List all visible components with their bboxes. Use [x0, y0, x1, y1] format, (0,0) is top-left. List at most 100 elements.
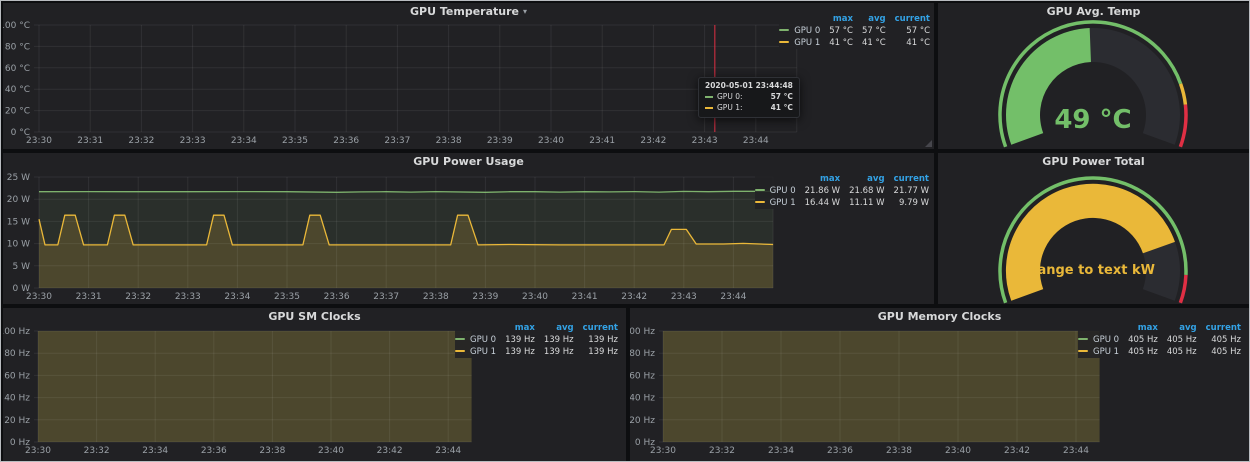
svg-text:20 W: 20 W [7, 195, 30, 205]
svg-text:23:44: 23:44 [435, 446, 461, 456]
panel-title-gpu-temperature[interactable]: GPU Temperature ▾ [3, 3, 934, 20]
legend-series-row[interactable]: GPU 1139 Hz139 Hz139 Hz [455, 346, 618, 358]
tooltip-timestamp: 2020-05-01 23:44:48 [705, 81, 793, 90]
panel-gpu-power-total: GPU Power Total range to text kW [938, 153, 1249, 304]
tooltip-row: GPU 0: 57 °C [705, 92, 793, 103]
legend-header-current[interactable]: current [885, 173, 929, 185]
svg-text:20 Hz: 20 Hz [4, 416, 30, 426]
svg-text:23:30: 23:30 [26, 136, 52, 146]
series-color-swatch [755, 201, 765, 203]
panel-title-text: GPU Memory Clocks [878, 310, 1002, 323]
power-total-gauge: range to text kW [938, 170, 1249, 304]
panel-title-gpu-memory-clocks[interactable]: GPU Memory Clocks [630, 308, 1249, 325]
panel-resize-handle[interactable] [925, 140, 932, 147]
series-color-swatch [455, 350, 465, 352]
tooltip-row: GPU 1: 41 °C [705, 103, 793, 114]
panel-gpu-sm-clocks: GPU SM Clocks 0 Hz20 Hz40 Hz60 Hz80 Hz10… [3, 308, 626, 461]
legend-series-row[interactable]: GPU 0405 Hz405 Hz405 Hz [1078, 334, 1241, 346]
svg-text:23:38: 23:38 [436, 136, 462, 146]
svg-text:23:40: 23:40 [318, 446, 344, 456]
svg-text:23:32: 23:32 [125, 292, 151, 302]
svg-text:23:30: 23:30 [26, 292, 52, 302]
svg-text:23:41: 23:41 [589, 136, 615, 146]
svg-text:23:42: 23:42 [640, 136, 666, 146]
svg-text:23:34: 23:34 [231, 136, 257, 146]
tooltip-series-name: GPU 1: [717, 103, 743, 114]
crosshair-tooltip: 2020-05-01 23:44:48 GPU 0: 57 °C GPU 1: … [698, 77, 800, 118]
series-color-dash [705, 107, 713, 109]
svg-text:23:36: 23:36 [324, 292, 350, 302]
svg-text:23:31: 23:31 [77, 136, 103, 146]
svg-text:23:42: 23:42 [621, 292, 647, 302]
panel-title-gpu-sm-clocks[interactable]: GPU SM Clocks [3, 308, 626, 325]
memory-clocks-legend[interactable]: maxavgcurrentGPU 0405 Hz405 Hz405 HzGPU … [1078, 322, 1241, 358]
svg-text:23:42: 23:42 [377, 446, 403, 456]
svg-text:60 Hz: 60 Hz [4, 371, 30, 381]
svg-text:23:36: 23:36 [827, 446, 853, 456]
gauge-value-text: range to text kW [1031, 263, 1155, 278]
legend-series-row[interactable]: GPU 116.44 W11.11 W9.79 W [755, 197, 929, 209]
svg-text:23:40: 23:40 [538, 136, 564, 146]
series-color-dash [705, 96, 713, 98]
svg-text:23:33: 23:33 [180, 136, 206, 146]
svg-text:23:43: 23:43 [692, 136, 718, 146]
panel-title-text: GPU Avg. Temp [1047, 5, 1141, 18]
svg-text:10 W: 10 W [7, 240, 30, 250]
svg-text:23:35: 23:35 [274, 292, 300, 302]
svg-text:23:32: 23:32 [709, 446, 735, 456]
svg-text:100 Hz: 100 Hz [3, 327, 30, 337]
chevron-down-icon: ▾ [523, 8, 527, 16]
svg-text:23:34: 23:34 [142, 446, 168, 456]
series-color-swatch [455, 338, 465, 340]
legend-header-row: maxavgcurrent [755, 173, 929, 185]
tooltip-series-value: 57 °C [761, 92, 793, 103]
panel-gpu-memory-clocks: GPU Memory Clocks 0 Hz20 Hz40 Hz60 Hz80 … [630, 308, 1249, 461]
svg-text:23:44: 23:44 [1063, 446, 1089, 456]
svg-text:23:38: 23:38 [886, 446, 912, 456]
svg-text:23:41: 23:41 [572, 292, 598, 302]
panel-title-gpu-avg-temp[interactable]: GPU Avg. Temp [938, 3, 1249, 20]
svg-text:23:30: 23:30 [25, 446, 51, 456]
panel-title-text: GPU Power Total [1042, 155, 1144, 168]
svg-text:23:42: 23:42 [1004, 446, 1030, 456]
svg-text:80 °C: 80 °C [5, 42, 30, 52]
svg-text:40 Hz: 40 Hz [4, 394, 30, 404]
series-color-swatch [779, 41, 789, 43]
legend-series-row[interactable]: GPU 021.86 W21.68 W21.77 W [755, 185, 929, 197]
svg-text:15 W: 15 W [7, 217, 30, 227]
legend-series-row[interactable]: GPU 0139 Hz139 Hz139 Hz [455, 334, 618, 346]
svg-text:23:44: 23:44 [720, 292, 746, 302]
panel-gpu-avg-temp: GPU Avg. Temp 49 °C [938, 3, 1249, 149]
legend-series-row[interactable]: GPU 057 °C57 °C57 °C [779, 25, 930, 37]
svg-text:23:34: 23:34 [768, 446, 794, 456]
gauge-svg: 49 °C [938, 20, 1249, 149]
panel-gpu-temperature: GPU Temperature ▾ 0 °C20 °C40 °C60 °C80 … [3, 3, 934, 149]
svg-text:23:36: 23:36 [201, 446, 227, 456]
legend-series-row[interactable]: GPU 141 °C41 °C41 °C [779, 37, 930, 49]
svg-text:23:40: 23:40 [945, 446, 971, 456]
panel-gpu-power-usage: GPU Power Usage 0 W5 W10 W15 W20 W25 W23… [3, 153, 934, 304]
svg-text:23:40: 23:40 [522, 292, 548, 302]
svg-text:23:36: 23:36 [333, 136, 359, 146]
svg-text:23:43: 23:43 [671, 292, 697, 302]
svg-text:23:32: 23:32 [128, 136, 154, 146]
tooltip-series-value: 41 °C [761, 103, 793, 114]
gauge-svg: range to text kW [938, 170, 1249, 304]
svg-text:80 Hz: 80 Hz [4, 349, 30, 359]
legend-header-avg[interactable]: avg [840, 173, 884, 185]
svg-text:23:30: 23:30 [650, 446, 676, 456]
legend-header-max[interactable]: max [796, 173, 840, 185]
gauge-value-text: 49 °C [1054, 105, 1131, 135]
svg-text:60 °C: 60 °C [5, 64, 30, 74]
svg-text:40 Hz: 40 Hz [630, 394, 655, 404]
power-usage-legend[interactable]: maxavgcurrentGPU 021.86 W21.68 W21.77 WG… [755, 173, 929, 209]
legend-series-row[interactable]: GPU 1405 Hz405 Hz405 Hz [1078, 346, 1241, 358]
svg-text:5 W: 5 W [13, 262, 31, 272]
panel-title-gpu-power-usage[interactable]: GPU Power Usage [3, 153, 934, 170]
panel-title-gpu-power-total[interactable]: GPU Power Total [938, 153, 1249, 170]
svg-text:23:34: 23:34 [224, 292, 250, 302]
sm-clocks-legend[interactable]: maxavgcurrentGPU 0139 Hz139 Hz139 HzGPU … [455, 322, 618, 358]
svg-text:20 °C: 20 °C [5, 107, 30, 117]
svg-text:23:38: 23:38 [259, 446, 285, 456]
svg-text:20 Hz: 20 Hz [630, 416, 655, 426]
